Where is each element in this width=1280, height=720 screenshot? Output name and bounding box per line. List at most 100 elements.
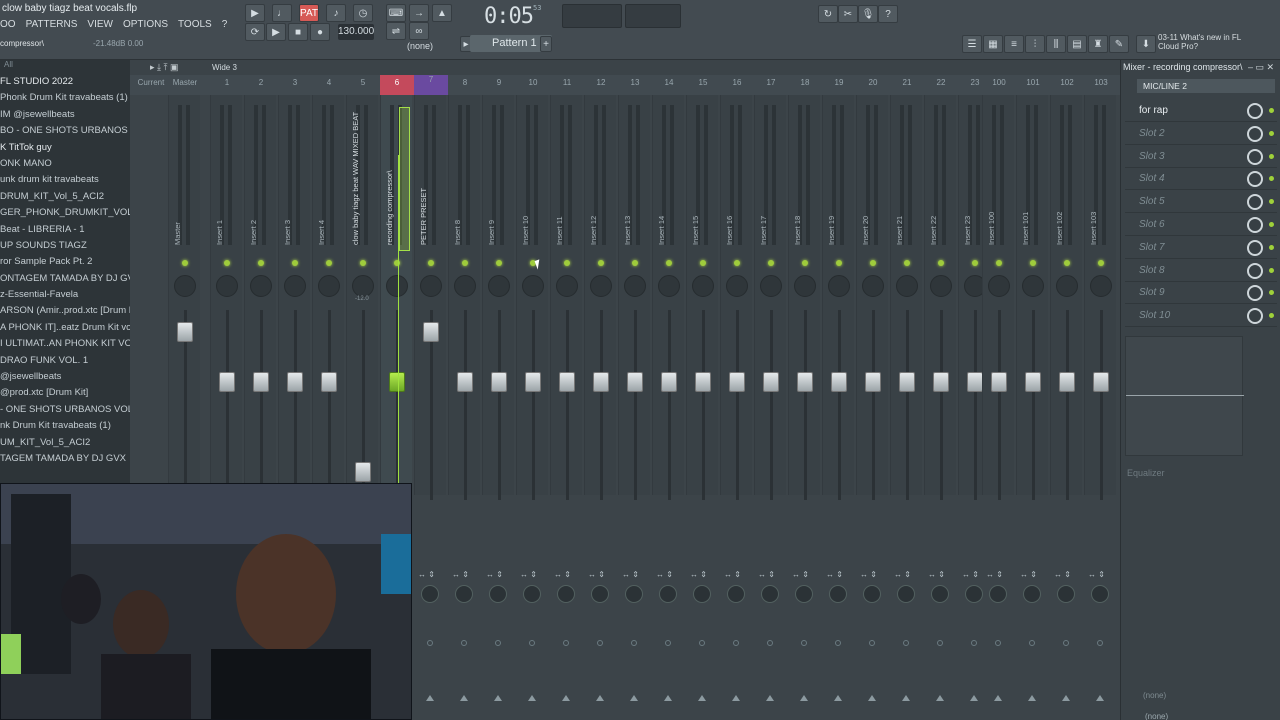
pan-knob[interactable] <box>216 275 238 297</box>
link-icon[interactable]: ∞ <box>409 22 429 40</box>
strip-enable-led[interactable] <box>224 260 230 266</box>
output-none[interactable]: (none) <box>1145 712 1168 720</box>
slot-mix-knob[interactable] <box>1247 262 1263 279</box>
browser-item[interactable]: DRAO FUNK VOL. 1 <box>0 353 130 369</box>
browser-icon[interactable]: ✎ <box>1109 35 1129 53</box>
ruler-number[interactable]: 14 <box>652 78 686 87</box>
ruler-number[interactable]: 5 <box>346 78 380 87</box>
swap-arrows-icon[interactable]: ↔ ⇕ <box>690 570 707 579</box>
slot-enable-led[interactable] <box>1269 222 1274 227</box>
strip-enable-led[interactable] <box>564 260 570 266</box>
news-panel[interactable]: 03-11 What's new in FL Cloud Pro? <box>1158 33 1241 51</box>
mixer-strip[interactable]: Insert 15 <box>686 95 718 500</box>
pan-knob[interactable] <box>862 275 884 297</box>
snap-icon[interactable]: ⇌ <box>386 22 406 40</box>
route-dot[interactable] <box>427 640 433 646</box>
effect-slot[interactable]: for rap <box>1125 100 1277 122</box>
beat-button[interactable]: ♩ <box>272 4 292 22</box>
mixer-strip[interactable]: Insert 22 <box>924 95 956 500</box>
strip-enable-led[interactable] <box>428 260 434 266</box>
news-icon[interactable]: ⬇ <box>1136 35 1156 53</box>
stereo-knob[interactable] <box>727 585 745 603</box>
volume-fader[interactable] <box>763 372 779 392</box>
mixer-strip[interactable]: Insert 10 <box>516 95 548 500</box>
loop-icon[interactable]: ⟳ <box>245 23 265 41</box>
strip-enable-led[interactable] <box>938 260 944 266</box>
volume-fader[interactable] <box>933 372 949 392</box>
pan-knob[interactable] <box>726 275 748 297</box>
strip-enable-led[interactable] <box>496 260 502 266</box>
browser-item[interactable]: FL STUDIO 2022 <box>0 74 130 90</box>
channel-rack-icon[interactable]: ≡ <box>1004 35 1024 53</box>
volume-fader[interactable] <box>321 372 337 392</box>
send-arrow-icon[interactable] <box>630 695 638 701</box>
swap-arrows-icon[interactable]: ↔ ⇕ <box>962 570 979 579</box>
volume-fader[interactable] <box>627 372 643 392</box>
strip-enable-led[interactable] <box>734 260 740 266</box>
strip-enable-led[interactable] <box>360 260 366 266</box>
route-none[interactable]: (none) <box>1143 691 1166 700</box>
strip-enable-led[interactable] <box>258 260 264 266</box>
browser-item[interactable]: UP SOUNDS TIAGZ <box>0 238 130 254</box>
swap-arrows-icon[interactable]: ↔ ⇕ <box>792 570 809 579</box>
browser-item[interactable]: BO - ONE SHOTS URBANOS VOL. 2 <box>0 123 130 139</box>
stereo-knob[interactable] <box>523 585 541 603</box>
ruler-number[interactable]: 10 <box>516 78 550 87</box>
route-dot[interactable] <box>665 640 671 646</box>
browser-item[interactable]: DRUM_KIT_Vol_5_ACI2 <box>0 189 130 205</box>
browser-item[interactable]: ONK MANO <box>0 156 130 172</box>
volume-fader[interactable] <box>593 372 609 392</box>
slot-enable-led[interactable] <box>1269 130 1274 136</box>
slot-enable-led[interactable] <box>1269 267 1274 273</box>
send-arrow-icon[interactable] <box>1028 695 1036 701</box>
route-dot[interactable] <box>903 640 909 646</box>
volume-fader[interactable] <box>177 322 193 342</box>
volume-fader[interactable] <box>831 372 847 392</box>
swap-arrows-icon[interactable]: ↔ ⇕ <box>1054 570 1071 579</box>
swap-arrows-icon[interactable]: ↔ ⇕ <box>986 570 1003 579</box>
send-arrow-icon[interactable] <box>868 695 876 701</box>
input-selector[interactable]: MIC/LINE 2 <box>1137 79 1275 93</box>
typing-keyboard-icon[interactable]: ⌨ <box>386 4 406 22</box>
mixer-strip[interactable]: Insert 17 <box>754 95 786 500</box>
slot-enable-led[interactable] <box>1269 244 1274 250</box>
swap-arrows-icon[interactable]: ↔ ⇕ <box>418 570 435 579</box>
stereo-knob[interactable] <box>659 585 677 603</box>
route-dot[interactable] <box>835 640 841 646</box>
volume-fader[interactable] <box>491 372 507 392</box>
volume-fader[interactable] <box>253 372 269 392</box>
ruler-number[interactable]: 13 <box>618 78 652 87</box>
volume-fader[interactable] <box>797 372 813 392</box>
ruler-number[interactable]: 101 <box>1016 78 1050 87</box>
pan-knob[interactable] <box>488 275 510 297</box>
ruler-number[interactable]: 22 <box>924 78 958 87</box>
pan-knob[interactable] <box>318 275 340 297</box>
volume-fader[interactable] <box>559 372 575 392</box>
pan-knob[interactable] <box>760 275 782 297</box>
route-dot[interactable] <box>563 640 569 646</box>
mixer-strip[interactable]: Insert 103 <box>1084 95 1116 500</box>
route-dot[interactable] <box>631 640 637 646</box>
effect-slot[interactable]: Slot 9 <box>1125 282 1277 305</box>
browser-item[interactable]: K TitTok guy <box>0 140 130 156</box>
send-arrow-icon[interactable] <box>1096 695 1104 701</box>
strip-enable-led[interactable] <box>1098 260 1104 266</box>
add-pattern-icon[interactable]: + <box>540 36 552 52</box>
pan-knob[interactable] <box>658 275 680 297</box>
volume-fader[interactable] <box>661 372 677 392</box>
ruler-number[interactable]: 100 <box>982 78 1016 87</box>
send-arrow-icon[interactable] <box>1062 695 1070 701</box>
menu-item-1[interactable]: PATTERNS <box>26 19 78 33</box>
swap-arrows-icon[interactable]: ↔ ⇕ <box>826 570 843 579</box>
swap-arrows-icon[interactable]: ↔ ⇕ <box>1020 570 1037 579</box>
volume-fader[interactable] <box>525 372 541 392</box>
send-arrow-icon[interactable] <box>528 695 536 701</box>
browser-item[interactable]: I ULTIMAT..AN PHONK KIT VOL. 3 <box>0 336 130 352</box>
browser-item[interactable]: Beat - LIBRERIA - 1 <box>0 222 130 238</box>
undo-icon[interactable]: ↻ <box>818 5 838 23</box>
swap-arrows-icon[interactable]: ↔ ⇕ <box>894 570 911 579</box>
eq-graph[interactable] <box>1125 336 1244 456</box>
slot-mix-knob[interactable] <box>1247 171 1263 188</box>
strip-enable-led[interactable] <box>666 260 672 266</box>
stereo-knob[interactable] <box>1023 585 1041 603</box>
